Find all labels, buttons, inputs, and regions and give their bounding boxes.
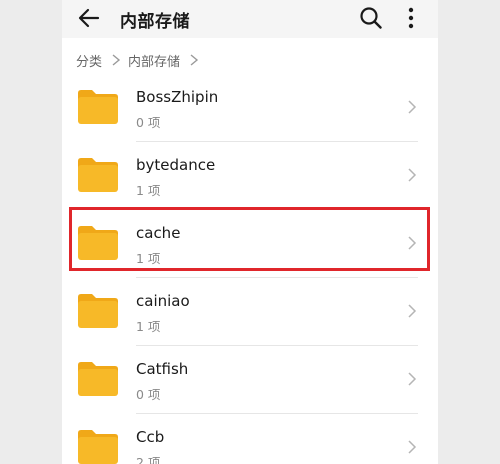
chevron-right-icon: [408, 100, 417, 114]
folder-icon: [78, 362, 118, 396]
more-vertical-icon[interactable]: [404, 6, 418, 30]
chevron-right-icon: [112, 54, 121, 66]
folder-icon: [78, 294, 118, 328]
file-manager: 内部存储 分类 内部存储 BossZhipin 0 项 bytedance 1 …: [62, 0, 438, 464]
chevron-right-icon: [408, 168, 417, 182]
folder-name: Catfish: [136, 360, 189, 378]
chevron-right-icon: [408, 304, 417, 318]
folder-name: BossZhipin: [136, 88, 219, 106]
folder-name: bytedance: [136, 156, 216, 174]
chevron-right-icon: [408, 372, 417, 386]
folder-row[interactable]: cainiao 1 项: [62, 278, 438, 346]
folder-icon: [78, 226, 118, 260]
breadcrumb: 分类 内部存储: [76, 50, 206, 70]
folder-item-count: 0 项: [136, 115, 161, 130]
folder-row[interactable]: cache 1 项: [62, 210, 438, 278]
folder-item-count: 1 项: [136, 183, 161, 198]
breadcrumb-item-category[interactable]: 分类: [76, 51, 102, 70]
chevron-right-icon: [408, 236, 417, 250]
folder-row[interactable]: Ccb 2 项: [62, 414, 438, 464]
chevron-right-icon: [408, 440, 417, 454]
screen: 内部存储 分类 内部存储 BossZhipin 0 项 bytedance 1 …: [0, 0, 500, 464]
folder-name: cainiao: [136, 292, 190, 310]
right-background: [438, 0, 500, 464]
folder-item-count: 2 项: [136, 455, 161, 464]
folder-name: cache: [136, 224, 181, 242]
folder-row[interactable]: Catfish 0 项: [62, 346, 438, 414]
folder-item-count: 0 项: [136, 387, 161, 402]
folder-row[interactable]: BossZhipin 0 项: [62, 74, 438, 142]
folder-list: BossZhipin 0 项 bytedance 1 项 cache 1 项 c…: [62, 74, 438, 464]
folder-icon: [78, 90, 118, 124]
app-bar: 内部存储: [62, 0, 438, 38]
chevron-right-icon: [190, 54, 199, 66]
arrow-left-icon[interactable]: [76, 5, 102, 31]
search-icon[interactable]: [358, 5, 384, 31]
folder-row[interactable]: bytedance 1 项: [62, 142, 438, 210]
breadcrumb-item-internal-storage[interactable]: 内部存储: [128, 51, 180, 70]
folder-item-count: 1 项: [136, 251, 161, 266]
page-title: 内部存储: [120, 12, 190, 32]
folder-icon: [78, 158, 118, 192]
folder-icon: [78, 430, 118, 464]
folder-name: Ccb: [136, 428, 165, 446]
folder-item-count: 1 项: [136, 319, 161, 334]
left-background: [0, 0, 62, 464]
